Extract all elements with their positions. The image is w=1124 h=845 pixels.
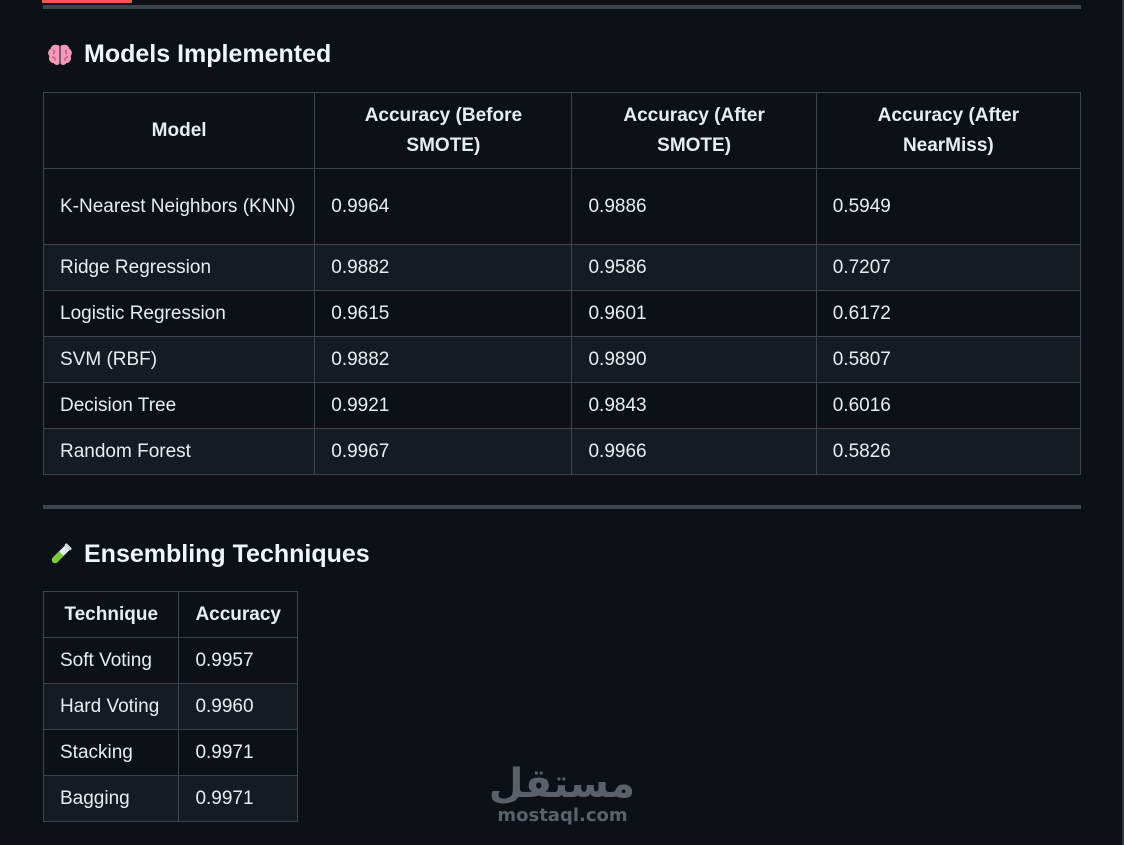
accuracy-cell: 0.9967 <box>314 428 573 475</box>
model-name-cell: Logistic Regression <box>42 290 316 337</box>
ensemble-section-title: Ensembling Techniques <box>84 540 370 568</box>
accuracy-cell: 0.9615 <box>314 290 573 337</box>
table-row: Decision Tree 0.9921 0.9843 0.6016 <box>42 382 1082 429</box>
model-name-cell: Decision Tree <box>42 382 316 429</box>
column-header: Model <box>42 92 316 169</box>
accuracy-cell: 0.9882 <box>314 244 573 291</box>
accuracy-cell: 0.7207 <box>815 244 1082 291</box>
model-name-cell: Random Forest <box>42 428 316 475</box>
column-header: Accuracy (Before SMOTE) <box>314 92 573 169</box>
model-name-cell: SVM (RBF) <box>42 336 316 383</box>
model-name-cell: Ridge Regression <box>42 244 316 291</box>
technique-name-cell: Hard Voting <box>42 683 180 730</box>
accuracy-cell: 0.9843 <box>571 382 817 429</box>
ensemble-accuracy-table: Technique Accuracy Soft Voting 0.9957 Ha… <box>42 591 298 822</box>
model-name-cell: K-Nearest Neighbors (KNN) <box>42 168 316 245</box>
column-header: Technique <box>42 591 180 638</box>
table-row: SVM (RBF) 0.9882 0.9890 0.5807 <box>42 336 1082 383</box>
accuracy-cell: 0.9886 <box>571 168 817 245</box>
technique-name-cell: Soft Voting <box>42 637 180 684</box>
models-section-heading: Models Implemented <box>46 40 331 69</box>
accuracy-cell: 0.9964 <box>314 168 573 245</box>
active-tab-accent <box>42 0 132 3</box>
column-header: Accuracy (After NearMiss) <box>815 92 1082 169</box>
accuracy-cell: 0.5949 <box>815 168 1082 245</box>
accuracy-cell: 0.9960 <box>178 683 298 730</box>
accuracy-cell: 0.9890 <box>571 336 817 383</box>
models-accuracy-table: Model Accuracy (Before SMOTE) Accuracy (… <box>42 92 1082 475</box>
accuracy-cell: 0.9971 <box>178 729 298 776</box>
technique-name-cell: Bagging <box>42 775 180 822</box>
test-tube-icon <box>46 541 74 569</box>
column-header: Accuracy (After SMOTE) <box>571 92 817 169</box>
table-row: Soft Voting 0.9957 <box>42 637 298 684</box>
accuracy-cell: 0.5826 <box>815 428 1082 475</box>
table-row: Bagging 0.9971 <box>42 775 298 822</box>
models-section-title: Models Implemented <box>84 40 332 68</box>
technique-name-cell: Stacking <box>42 729 180 776</box>
table-row: Ridge Regression 0.9882 0.9586 0.7207 <box>42 244 1082 291</box>
table-row: Random Forest 0.9967 0.9966 0.5826 <box>42 428 1082 475</box>
accuracy-cell: 0.9921 <box>314 382 573 429</box>
accuracy-cell: 0.9971 <box>178 775 298 822</box>
table-row: K-Nearest Neighbors (KNN) 0.9964 0.9886 … <box>42 168 1082 245</box>
accuracy-cell: 0.9882 <box>314 336 573 383</box>
accuracy-cell: 0.9586 <box>571 244 817 291</box>
brain-icon <box>46 41 74 69</box>
section-divider <box>43 505 1081 509</box>
table-header-row: Model Accuracy (Before SMOTE) Accuracy (… <box>42 92 1082 169</box>
section-divider-top <box>43 5 1081 9</box>
accuracy-cell: 0.5807 <box>815 336 1082 383</box>
watermark-arabic-text: مستقل <box>488 761 636 807</box>
table-row: Hard Voting 0.9960 <box>42 683 298 730</box>
accuracy-cell: 0.6016 <box>815 382 1082 429</box>
watermark-latin-text: mostaql.com <box>497 805 628 826</box>
accuracy-cell: 0.9966 <box>571 428 817 475</box>
table-row: Logistic Regression 0.9615 0.9601 0.6172 <box>42 290 1082 337</box>
mostaql-watermark: مستقل mostaql.com <box>488 761 636 826</box>
column-header: Accuracy <box>178 591 298 638</box>
accuracy-cell: 0.6172 <box>815 290 1082 337</box>
accuracy-cell: 0.9601 <box>571 290 817 337</box>
table-row: Stacking 0.9971 <box>42 729 298 776</box>
accuracy-cell: 0.9957 <box>178 637 298 684</box>
table-header-row: Technique Accuracy <box>42 591 298 638</box>
ensemble-section-heading: Ensembling Techniques <box>46 540 370 569</box>
